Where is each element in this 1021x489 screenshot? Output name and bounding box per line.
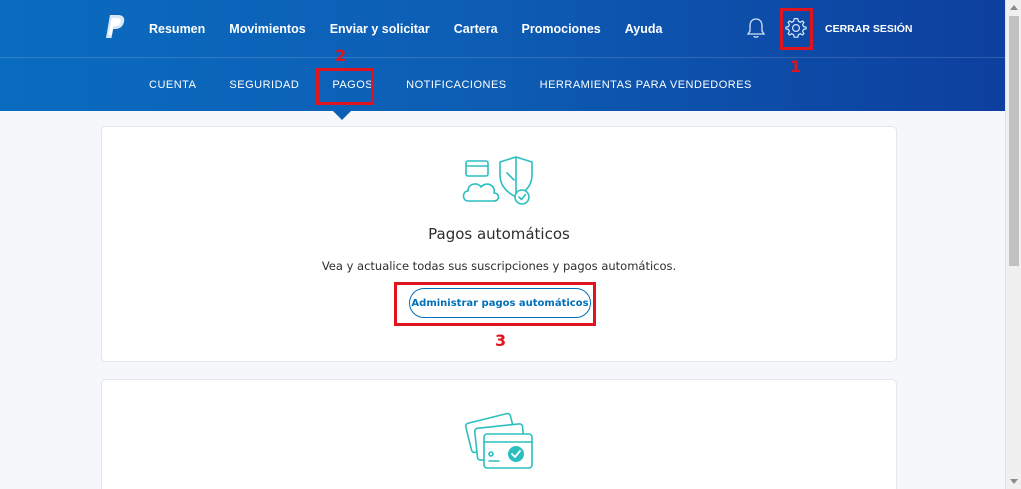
automatic-payments-title: Pagos automáticos [428,225,570,243]
annotation-box-3 [394,282,596,326]
scroll-up-arrow-icon[interactable] [1010,5,1018,10]
cards-check-icon [464,412,533,469]
annotation-box-2 [316,68,374,105]
tab-seguridad[interactable]: SEGURIDAD [229,79,299,91]
nav-cartera[interactable]: Cartera [454,22,498,36]
scrollbar-thumb[interactable] [1009,16,1019,266]
top-header: Resumen Movimientos Enviar y solicitar C… [0,0,1005,111]
annotation-box-1 [780,8,813,50]
tab-notificaciones[interactable]: NOTIFICACIONES [406,79,507,91]
main-nav: Resumen Movimientos Enviar y solicitar C… [149,0,686,57]
paypal-logo-icon[interactable] [104,14,126,40]
logout-link[interactable]: CERRAR SESIÓN [825,23,913,35]
automatic-payments-card: Pagos automáticos Vea y actualice todas … [101,126,897,362]
cloud-card-shield-icon [462,156,533,205]
page-scrollbar[interactable] [1005,0,1021,489]
annotation-number-1: 1 [790,57,802,76]
nav-movimientos[interactable]: Movimientos [229,22,305,36]
nav-ayuda[interactable]: Ayuda [625,22,663,36]
bell-icon[interactable] [746,16,766,40]
annotation-number-3: 3 [495,331,507,350]
tab-cuenta[interactable]: CUENTA [149,79,196,91]
scroll-down-arrow-icon[interactable] [1010,479,1018,484]
tab-herramientas-para-vendedores[interactable]: HERRAMIENTAS PARA VENDEDORES [540,79,752,91]
settings-subnav: CUENTA SEGURIDAD PAGOS NOTIFICACIONES HE… [149,58,785,111]
payment-methods-card [101,379,897,489]
nav-resumen[interactable]: Resumen [149,22,205,36]
nav-enviar-y-solicitar[interactable]: Enviar y solicitar [330,22,430,36]
nav-promociones[interactable]: Promociones [522,22,601,36]
active-tab-indicator [333,111,351,120]
annotation-number-2: 2 [335,46,347,65]
automatic-payments-description: Vea y actualice todas sus suscripciones … [321,259,677,273]
